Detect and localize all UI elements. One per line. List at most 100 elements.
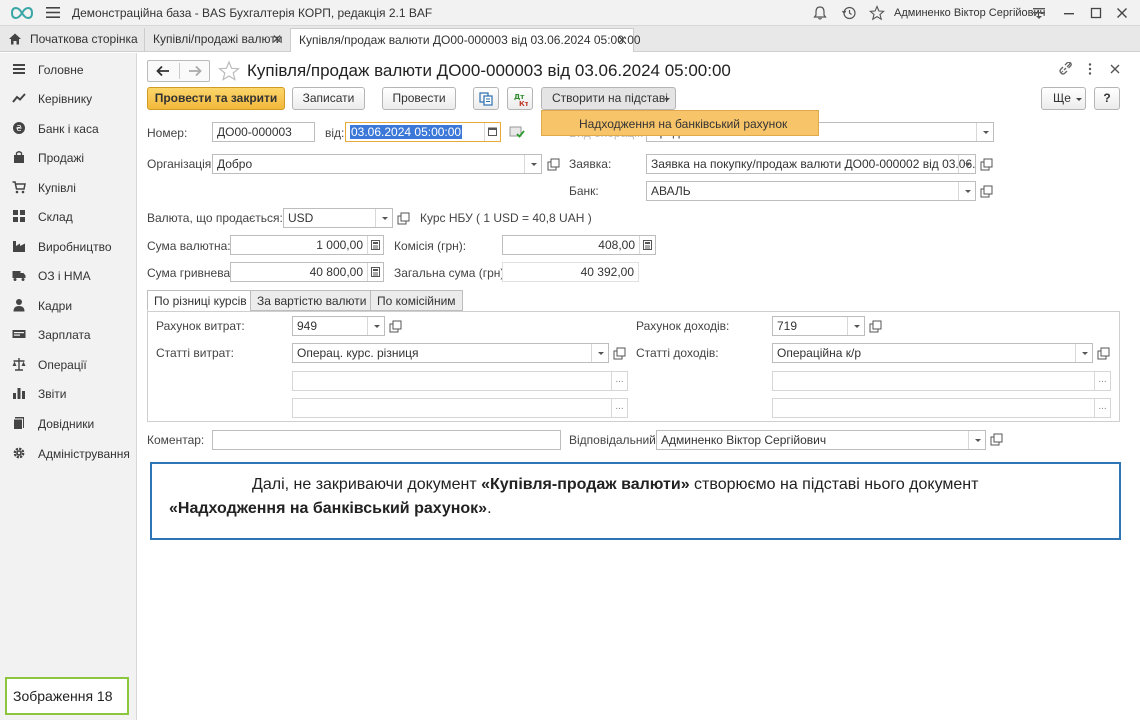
structure-button[interactable] (473, 87, 499, 110)
menu-item-bank-receipt[interactable]: Надходження на банківський рахунок (579, 117, 787, 131)
tab-home[interactable]: Початкова сторінка (0, 28, 140, 52)
dropdown-arrow-icon[interactable] (976, 123, 993, 141)
more-label: Ще (1053, 91, 1071, 105)
sidebar-item-manager[interactable]: Керівнику (0, 84, 137, 112)
inc-account-field[interactable]: 719 (772, 316, 865, 336)
dropdown-arrow-icon[interactable] (847, 317, 864, 335)
tab-commissions[interactable]: По комісійним (370, 290, 463, 311)
hamburger-menu-icon[interactable] (46, 7, 60, 18)
close-tab-icon[interactable]: ✕ (617, 33, 627, 47)
sidebar-item-bank[interactable]: ₴ Банк і каса (0, 114, 137, 142)
grid-icon (13, 210, 25, 222)
sum-uah-field[interactable]: 40 800,00 (230, 262, 384, 282)
star-icon[interactable] (869, 5, 885, 21)
calculator-icon[interactable] (639, 236, 655, 254)
calendar-icon[interactable] (484, 123, 500, 141)
sidebar-item-production[interactable]: Виробництво (0, 232, 137, 260)
save-button[interactable]: Записати (292, 87, 365, 110)
sidebar-item-salary[interactable]: Зарплата (0, 320, 137, 348)
open-request-icon[interactable] (978, 156, 994, 174)
exp-account-field[interactable]: 949 (292, 316, 385, 336)
close-document-icon[interactable] (1108, 62, 1122, 76)
dropdown-arrow-icon[interactable] (958, 155, 975, 173)
open-inc-account-icon[interactable] (867, 318, 883, 336)
tab-currency-list[interactable]: Купівлі/продажі валюти ✕ (144, 28, 288, 52)
back-arrow-icon[interactable] (156, 65, 170, 77)
open-inc-item-icon[interactable] (1095, 345, 1111, 363)
maximize-icon[interactable] (1088, 5, 1104, 21)
bank-field[interactable]: АВАЛЬ (646, 181, 976, 201)
inc-item-field-2[interactable]: ... (772, 371, 1111, 391)
close-tab-icon[interactable]: ✕ (272, 32, 282, 46)
dropdown-arrow-icon[interactable] (375, 209, 392, 227)
dropdown-arrow-icon[interactable] (1075, 344, 1092, 362)
open-responsible-icon[interactable] (988, 431, 1004, 449)
open-currency-icon[interactable] (395, 210, 411, 228)
ellipsis-button[interactable]: ... (1094, 399, 1110, 417)
commission-field[interactable]: 408,00 (502, 235, 656, 255)
help-button[interactable]: ? (1094, 87, 1120, 110)
ellipsis-button[interactable]: ... (1094, 372, 1110, 390)
sidebar-item-reports[interactable]: Звіти (0, 379, 137, 407)
more-button[interactable]: Ще (1041, 87, 1086, 110)
settings-menu-icon[interactable] (1031, 5, 1047, 21)
open-org-icon[interactable] (545, 156, 561, 174)
tab-label: Купівлі/продажі валюти (153, 32, 283, 46)
post-button[interactable]: Провести (382, 87, 456, 110)
document-check-icon[interactable] (509, 125, 525, 139)
currency-field[interactable]: USD (283, 208, 393, 228)
inc-item-field[interactable]: Операційна к/р (772, 343, 1093, 363)
tab-rate-difference[interactable]: По різниці курсів (147, 290, 254, 311)
close-window-icon[interactable] (1114, 5, 1130, 21)
history-icon[interactable] (841, 5, 857, 21)
exp-item-field[interactable]: Операц. курс. різниця (292, 343, 609, 363)
sidebar-item-administration[interactable]: Адміністрування (0, 439, 137, 467)
minimize-icon[interactable] (1061, 5, 1077, 21)
calculator-icon[interactable] (367, 236, 383, 254)
sum-currency-field[interactable]: 1 000,00 (230, 235, 384, 255)
open-exp-account-icon[interactable] (387, 318, 403, 336)
tab-label: Купівля/продаж валюти ДО00-000003 від 03… (299, 33, 641, 47)
sidebar-item-main[interactable]: Головне (0, 55, 137, 83)
number-field[interactable]: ДО00-000003 (212, 122, 315, 142)
ellipsis-button[interactable]: ... (611, 372, 627, 390)
link-icon[interactable] (1058, 62, 1072, 76)
sidebar-item-directories[interactable]: Довідники (0, 409, 137, 437)
current-user[interactable]: Админенко Віктор Сергійович (894, 7, 1045, 19)
date-field[interactable]: 03.06.2024 05:00:00 (345, 122, 501, 142)
sidebar-item-hr[interactable]: Кадри (0, 291, 137, 319)
responsible-value: Админенко Віктор Сергійович (661, 433, 827, 447)
inc-item-field-3[interactable]: ... (772, 398, 1111, 418)
sidebar-item-purchases[interactable]: Купівлі (0, 173, 137, 201)
request-field[interactable]: Заявка на покупку/продаж валюти ДО00-000… (646, 154, 976, 174)
exp-item-field-2[interactable]: ... (292, 371, 628, 391)
exp-item-field-3[interactable]: ... (292, 398, 628, 418)
forward-arrow-icon[interactable] (188, 65, 202, 77)
favorite-star-icon[interactable] (218, 60, 240, 82)
tab-currency-value[interactable]: За вартістю валюти (250, 290, 374, 311)
ellipsis-button[interactable]: ... (611, 399, 627, 417)
sidebar-item-sales[interactable]: Продажі (0, 143, 137, 171)
more-vertical-icon[interactable] (1083, 62, 1097, 76)
bell-icon[interactable] (812, 5, 828, 21)
sidebar-item-label: ОЗ і НМА (38, 269, 91, 283)
accounting-entries-button[interactable]: Дт Кт (507, 87, 533, 110)
sidebar-item-operations[interactable]: Операції (0, 350, 137, 378)
open-bank-icon[interactable] (978, 183, 994, 201)
org-field[interactable]: Добро (212, 154, 542, 174)
tab-current-document[interactable]: Купівля/продаж валюти ДО00-000003 від 03… (290, 28, 641, 52)
dropdown-arrow-icon[interactable] (968, 431, 985, 449)
sidebar-item-fixed-assets[interactable]: ОЗ і НМА (0, 261, 137, 289)
calculator-icon[interactable] (367, 263, 383, 281)
sidebar-item-warehouse[interactable]: Склад (0, 202, 137, 230)
dropdown-arrow-icon[interactable] (591, 344, 608, 362)
post-and-close-button[interactable]: Провести та закрити (147, 87, 285, 110)
title-bar: Демонстраційна база - BAS Бухгалтерія КО… (0, 0, 1140, 26)
open-exp-item-icon[interactable] (611, 345, 627, 363)
dropdown-arrow-icon[interactable] (958, 182, 975, 200)
dropdown-arrow-icon[interactable] (367, 317, 384, 335)
create-based-on-button[interactable]: Створити на підставі (541, 87, 676, 110)
comment-field[interactable] (212, 430, 561, 450)
responsible-field[interactable]: Админенко Віктор Сергійович (656, 430, 986, 450)
dropdown-arrow-icon[interactable] (524, 155, 541, 173)
